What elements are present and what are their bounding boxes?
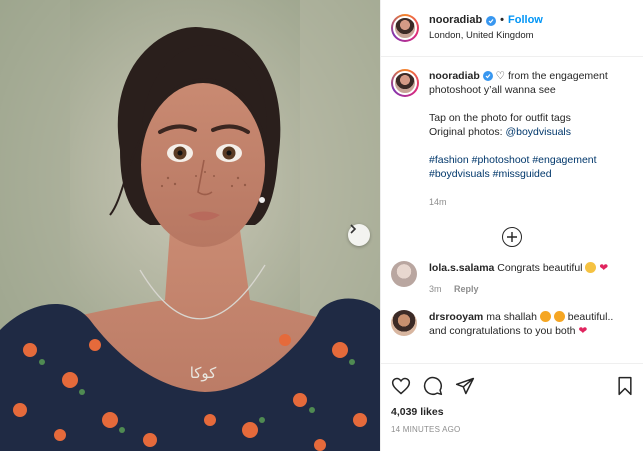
comment-avatar[interactable] — [391, 261, 417, 287]
chevron-right-icon — [350, 224, 357, 234]
post-side-panel: nooradiab • Follow London, United Kingdo… — [380, 0, 643, 451]
clap-emoji-icon — [585, 262, 597, 273]
necklace-pendant: كوكا — [190, 364, 217, 382]
comment-time: 3m — [429, 284, 442, 294]
heart-eyes-emoji-icon — [553, 311, 565, 322]
save-bookmark-icon[interactable] — [616, 376, 634, 396]
plus-icon — [507, 232, 517, 242]
comment-avatar[interactable] — [391, 310, 417, 336]
location-link[interactable]: London, United Kingdom — [429, 28, 543, 43]
load-more-comments-button[interactable] — [502, 227, 522, 247]
verified-badge-icon — [486, 15, 497, 26]
share-send-icon[interactable] — [455, 376, 475, 396]
post-timestamp: 14 MINUTES AGO — [391, 425, 461, 434]
verified-badge-icon — [482, 71, 493, 81]
follow-button[interactable]: Follow — [508, 13, 543, 28]
likes-count[interactable]: 4,039 likes — [391, 406, 634, 418]
separator-dot: • — [500, 14, 505, 26]
hashtags-line-2[interactable]: #boydvisuals #missguided — [429, 167, 629, 181]
heart-emoji-icon: ❤ — [599, 262, 609, 274]
post-header: nooradiab • Follow London, United Kingdo… — [381, 0, 643, 57]
mention-link[interactable]: @boydvisuals — [505, 126, 571, 138]
heart-eyes-emoji-icon — [539, 311, 551, 322]
post-actions: 4,039 likes 14 MINUTES AGO — [381, 363, 643, 434]
comment-text: ma shallah — [486, 311, 537, 323]
post-caption: nooradiab ♡ from the engagement photosho… — [381, 57, 643, 209]
comment-username[interactable]: lola.s.salama — [429, 262, 494, 274]
caption-username[interactable]: nooradiab — [429, 70, 480, 82]
caption-tap-line: Tap on the photo for outfit tags — [429, 112, 571, 124]
comment-text: beautiful.. — [567, 311, 614, 323]
like-heart-icon[interactable] — [391, 376, 411, 396]
post-photo[interactable]: كوكا — [0, 0, 380, 451]
avatar[interactable] — [391, 14, 419, 42]
comment-username[interactable]: drsrooyam — [429, 311, 483, 323]
comment-bubble-icon[interactable] — [423, 376, 443, 396]
comment-item: lola.s.salama Congrats beautiful ❤ 3m Re… — [381, 261, 643, 296]
username-link[interactable]: nooradiab — [429, 13, 482, 28]
comment-text: Congrats beautiful — [497, 262, 583, 274]
instagram-post-modal: كوكا nooradiab • Follow London, United K… — [0, 0, 643, 451]
comment-item: drsrooyam ma shallah beautiful.. and con… — [381, 310, 643, 338]
hashtags-line-1[interactable]: #fashion #photoshoot #engagement — [429, 153, 629, 167]
comment-text: and congratulations to you both — [429, 325, 576, 337]
heart-emoji-icon: ❤ — [578, 325, 588, 337]
caption-original-line: Original photos: — [429, 126, 503, 138]
portrait-illustration: كوكا — [0, 0, 380, 451]
caption-time: 14m — [429, 197, 447, 207]
reply-button[interactable]: Reply — [454, 284, 479, 294]
avatar[interactable] — [391, 69, 419, 97]
next-photo-button[interactable] — [348, 224, 370, 246]
